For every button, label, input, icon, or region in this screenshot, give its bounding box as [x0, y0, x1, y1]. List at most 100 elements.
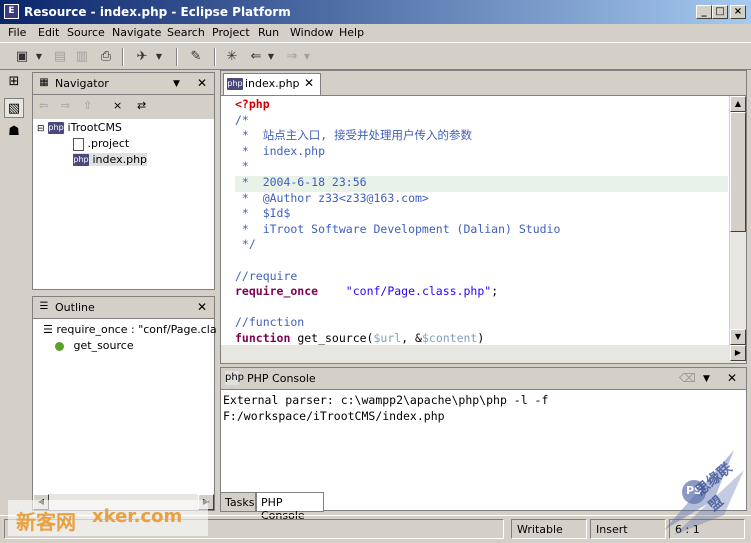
tab-label: index.php [245, 77, 300, 90]
outline-item-label: get_source [73, 339, 134, 352]
eclipse-app-icon: E [4, 4, 19, 19]
tab-index-php[interactable]: php index.php ✕ [223, 73, 321, 95]
link-editor-icon[interactable]: ⇄ [137, 99, 146, 112]
toolbar-separator [122, 48, 124, 66]
close-button[interactable]: × [730, 5, 746, 19]
new-dropdown-icon[interactable]: ▼ [34, 47, 44, 67]
menu-bar: File Edit Source Navigate Search Project… [0, 24, 751, 42]
outline-item[interactable]: ☰ require_once : "conf/Page.cla [43, 323, 217, 336]
outline-panel: ☰ Outline ✕ ☰ require_once : "conf/Page.… [32, 296, 217, 511]
outline-header: ☰ Outline ✕ [33, 297, 214, 319]
back-icon[interactable]: ⇐ [246, 47, 266, 67]
save-icon[interactable]: ▤ [50, 47, 70, 67]
clear-console-icon[interactable]: ⌫ [679, 371, 696, 385]
console-line: F:/workspace/iTrootCMS/index.php [223, 409, 445, 423]
menu-project[interactable]: Project [212, 26, 250, 39]
debug-perspective-icon[interactable]: ☗ [4, 122, 24, 142]
menu-source[interactable]: Source [67, 26, 105, 39]
print-icon[interactable]: ⎙ [96, 47, 116, 67]
project-icon: php [48, 122, 65, 134]
menu-edit[interactable]: Edit [38, 26, 59, 39]
scroll-down-icon[interactable]: ▼ [730, 329, 746, 345]
project-name: iTrootCMS [67, 121, 122, 134]
watermark-cn: 新客网 [16, 510, 76, 534]
navigator-header: ▦ Navigator ▼ ✕ [33, 73, 214, 95]
tree-item-file[interactable]: .project [73, 137, 129, 151]
title-bar[interactable]: E Resource - index.php - Eclipse Platfor… [0, 0, 751, 24]
navigator-icon: ▦ [39, 77, 49, 88]
editor-hscrollbar[interactable]: ▶ [221, 345, 746, 363]
code-line: /* [235, 112, 249, 127]
run-icon[interactable]: ✈ [132, 47, 152, 67]
tab-tasks[interactable]: Tasks [220, 492, 256, 512]
minimize-button[interactable]: _ [696, 5, 712, 19]
editor-vscrollbar[interactable]: ▲ ▼ [729, 96, 746, 345]
navigator-panel: ▦ Navigator ▼ ✕ ⇦ ⇨ ⇧ ⨯ ⇄ ⊟ php iTrootCM… [32, 72, 215, 290]
up-icon[interactable]: ⇧ [83, 99, 92, 112]
brush-icon[interactable]: ✎ [186, 47, 206, 67]
editor-panel: php index.php ✕ <?php/* * 站点主入口, 接受并处理用户… [220, 70, 747, 364]
forward-icon[interactable]: ⇒ [282, 47, 302, 67]
watermark-xker: 新客网 xker.com [8, 500, 208, 536]
view-menu-icon[interactable]: ▼ [703, 374, 710, 384]
outline-close-icon[interactable]: ✕ [197, 300, 207, 314]
menu-help[interactable]: Help [339, 26, 364, 39]
run-dropdown-icon[interactable]: ▼ [154, 47, 164, 67]
window-title: Resource - index.php - Eclipse Platform [24, 5, 291, 19]
php-file-icon: php [73, 154, 89, 166]
code-area[interactable]: <?php/* * 站点主入口, 接受并处理用户传入的参数 * index.ph… [235, 96, 728, 345]
console-php-icon: php [225, 371, 245, 385]
back-dropdown-icon[interactable]: ▼ [266, 47, 276, 67]
last-edit-icon[interactable]: ✳ [222, 47, 242, 67]
file-name: index.php [92, 153, 148, 166]
tree-item-file-selected[interactable]: php index.php [73, 153, 148, 166]
menu-navigate[interactable]: Navigate [112, 26, 161, 39]
code-line: * index.php [235, 143, 326, 158]
console-title: PHP Console [247, 372, 316, 385]
view-menu-icon[interactable]: ▼ [173, 79, 180, 89]
collapse-all-icon[interactable]: ⨯ [113, 99, 122, 112]
status-writable: Writable [511, 519, 587, 539]
code-line: <?php [235, 97, 270, 111]
outline-item-label: require_once : "conf/Page.cla [56, 323, 217, 336]
scroll-thumb[interactable] [730, 112, 746, 232]
file-icon [73, 137, 84, 151]
code-line: */ [235, 237, 256, 252]
php-file-icon: php [227, 78, 243, 90]
menu-file[interactable]: File [8, 26, 26, 39]
collapse-icon[interactable]: ⊟ [37, 124, 45, 134]
toolbar-separator [176, 48, 178, 66]
console-close-icon[interactable]: ✕ [727, 371, 737, 385]
perspective-bar: ⊞ ▧ ☗ [0, 70, 28, 510]
code-line: * @Author z33<z33@163.com> [235, 190, 429, 205]
console-header: php PHP Console ⌫ ▼ ✕ [221, 368, 746, 390]
navigator-title: Navigator [55, 77, 109, 90]
code-line: //require [235, 268, 298, 283]
save-all-icon[interactable]: ▥ [72, 47, 92, 67]
new-icon[interactable]: ▣ [12, 47, 32, 67]
maximize-button[interactable]: □ [712, 5, 728, 19]
outline-item[interactable]: get_source [55, 339, 134, 352]
resource-perspective-icon[interactable]: ▧ [4, 98, 24, 118]
menu-run[interactable]: Run [258, 26, 279, 39]
menu-window[interactable]: Window [290, 26, 333, 39]
watermark-en: xker.com [92, 506, 183, 527]
outline-icon: ☰ [39, 301, 49, 312]
open-perspective-icon[interactable]: ⊞ [4, 72, 24, 92]
back-icon[interactable]: ⇦ [39, 99, 48, 112]
tree-item-project[interactable]: ⊟ php iTrootCMS [37, 121, 122, 134]
scroll-up-icon[interactable]: ▲ [730, 96, 746, 112]
console-line: External parser: c:\wampp2\apache\php\ph… [223, 393, 549, 407]
navigator-close-icon[interactable]: ✕ [197, 76, 207, 90]
function-icon [55, 341, 64, 351]
console-output[interactable]: External parser: c:\wampp2\apache\php\ph… [223, 392, 548, 424]
tab-php-console[interactable]: PHP Console [256, 492, 324, 522]
scroll-right-icon[interactable]: ▶ [730, 345, 746, 361]
code-line: * 站点主入口, 接受并处理用户传入的参数 [235, 128, 473, 143]
code-line: * iTroot Software Development (Dalian) S… [235, 221, 561, 236]
menu-search[interactable]: Search [167, 26, 205, 39]
forward-icon[interactable]: ⇨ [61, 99, 70, 112]
outline-title: Outline [55, 301, 95, 314]
tab-close-icon[interactable]: ✕ [304, 76, 314, 90]
forward-dropdown-icon[interactable]: ▼ [302, 47, 312, 67]
